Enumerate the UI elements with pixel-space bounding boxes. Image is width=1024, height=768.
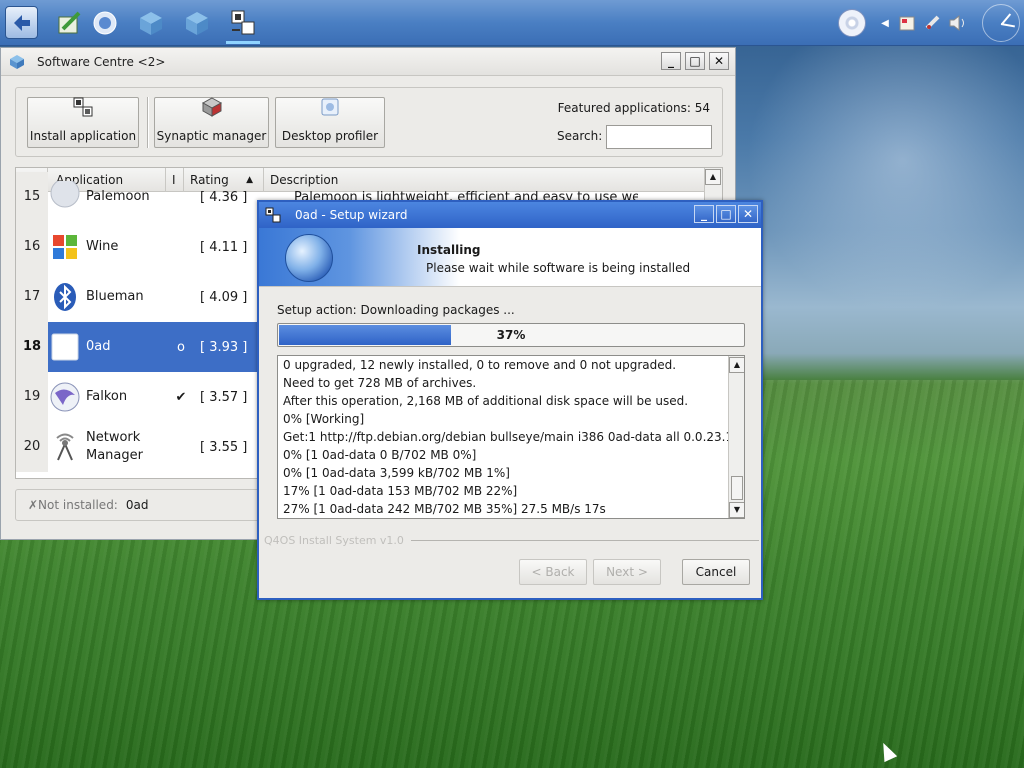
install-icon xyxy=(72,96,94,123)
wizard-close-button[interactable]: ✕ xyxy=(738,205,758,223)
synaptic-manager-label: Synaptic manager xyxy=(156,129,267,143)
desktop-profiler-button[interactable]: Desktop profiler xyxy=(275,97,385,148)
log-line: 27% [1 0ad-data 242 MB/702 MB 35%] 27.5 … xyxy=(283,502,606,516)
log-scroll-thumb[interactable] xyxy=(731,476,743,500)
wizard-titlebar[interactable]: 0ad - Setup wizard _ □ ✕ xyxy=(259,202,761,228)
row-number: 16 xyxy=(16,222,48,272)
desktop-profiler-icon xyxy=(319,96,341,123)
synaptic-manager-button[interactable]: Synaptic manager xyxy=(154,97,269,148)
tray-network-icon[interactable] xyxy=(922,10,944,36)
row-number: 19 xyxy=(16,372,48,422)
synaptic-icon xyxy=(201,96,223,123)
tray-notes-icon[interactable] xyxy=(896,10,918,36)
app-name: Wine xyxy=(86,239,119,254)
taskbar: ◀ xyxy=(0,0,1024,46)
toolbar-separator xyxy=(147,97,149,148)
setup-wizard-dialog: 0ad - Setup wizard _ □ ✕ Installing Plea… xyxy=(257,200,763,600)
row-number: 15 xyxy=(16,172,48,222)
falkon-icon xyxy=(48,380,82,414)
wizard-minimize-button[interactable]: _ xyxy=(694,205,714,223)
log-line: Get:1 http://ftp.debian.org/debian bulls… xyxy=(283,430,729,444)
log-line: 17% [1 0ad-data 153 MB/702 MB 22%] xyxy=(283,484,518,498)
search-label: Search: xyxy=(557,129,603,143)
log-scroll-down-icon[interactable]: ▼ xyxy=(729,502,744,518)
wizard-maximize-button[interactable]: □ xyxy=(716,205,736,223)
wizard-title: 0ad - Setup wizard xyxy=(295,208,408,222)
launcher-package-icon[interactable] xyxy=(134,6,168,40)
wine-icon xyxy=(48,230,82,264)
featured-label: Featured applications: xyxy=(557,101,691,115)
row-number: 18 xyxy=(16,322,48,372)
app-name: Blueman xyxy=(86,289,144,304)
palemoon-icon xyxy=(48,180,82,214)
minimize-button[interactable]: _ xyxy=(661,52,681,70)
app-name: Palemoon xyxy=(86,189,150,204)
row-number: 20 xyxy=(16,422,48,472)
install-application-label: Install application xyxy=(29,129,137,143)
taskbar-software-centre-icon[interactable] xyxy=(226,6,260,44)
log-line: 0 upgraded, 12 newly installed, 0 to rem… xyxy=(283,358,677,372)
start-icon xyxy=(13,14,30,31)
launcher-package2-icon[interactable] xyxy=(180,6,214,40)
back-button[interactable]: < Back xyxy=(519,559,587,585)
launcher-editor-icon[interactable] xyxy=(52,6,86,40)
wizard-app-icon xyxy=(265,207,281,223)
scroll-up-icon[interactable]: ▲ xyxy=(705,169,721,185)
tray-expand-icon[interactable]: ◀ xyxy=(880,10,890,36)
bluetooth-icon xyxy=(48,280,82,314)
row-number: 17 xyxy=(16,272,48,322)
wizard-heading: Installing xyxy=(417,243,481,257)
maximize-button[interactable]: □ xyxy=(685,52,705,70)
app-name: Network Manager xyxy=(86,430,143,463)
software-centre-app-icon xyxy=(10,54,24,69)
log-scrollbar[interactable]: ▲ ▼ xyxy=(728,356,744,518)
featured-count: 54 xyxy=(694,101,710,115)
desktop-wallpaper-clouds xyxy=(720,40,1024,340)
analog-clock-icon[interactable] xyxy=(982,4,1020,42)
log-line: 0% [1 0ad-data 0 B/702 MB 0%] xyxy=(283,448,477,462)
app-name: Falkon xyxy=(86,389,128,404)
log-scroll-up-icon[interactable]: ▲ xyxy=(729,357,744,373)
footer-divider xyxy=(411,540,759,541)
window-title: Software Centre <2> xyxy=(37,54,166,69)
status-app-name: 0ad xyxy=(125,498,149,512)
0ad-icon xyxy=(48,330,82,364)
install-system-version: Q4OS Install System v1.0 xyxy=(264,534,404,547)
wizard-banner: Installing Please wait while software is… xyxy=(259,228,761,287)
desktop-profiler-label: Desktop profiler xyxy=(281,129,379,143)
wizard-subheading: Please wait while software is being inst… xyxy=(426,261,691,275)
log-lines: 0 upgraded, 12 newly installed, 0 to rem… xyxy=(283,356,729,518)
log-line: 0% [1 0ad-data 3,599 kB/702 MB 1%] xyxy=(283,466,510,480)
globe-clock-icon xyxy=(285,234,333,282)
install-application-button[interactable]: Install application xyxy=(27,97,139,148)
log-line: 0% [Working] xyxy=(283,412,365,426)
cancel-button[interactable]: Cancel xyxy=(682,559,750,585)
install-log[interactable]: 0 upgraded, 12 newly installed, 0 to rem… xyxy=(277,355,745,519)
network-manager-icon xyxy=(48,430,82,464)
log-line: After this operation, 2,168 MB of additi… xyxy=(283,394,689,408)
not-installed-label: ✗Not installed: xyxy=(28,498,118,512)
cd-drive-icon[interactable] xyxy=(838,9,866,37)
install-progress-bar: 37% xyxy=(277,323,745,347)
launcher-browser-icon[interactable] xyxy=(88,6,122,40)
installed-mark: ✔ xyxy=(175,389,187,405)
close-button[interactable]: ✕ xyxy=(709,52,729,70)
start-menu-button[interactable] xyxy=(5,6,38,39)
software-centre-toolbar: Install application Synaptic manager Des… xyxy=(15,87,723,157)
tray-volume-icon[interactable] xyxy=(946,10,970,36)
log-line: Need to get 728 MB of archives. xyxy=(283,376,477,390)
featured-applications-count: Featured applications: 54 xyxy=(558,101,710,115)
software-centre-titlebar[interactable]: Software Centre <2> _ □ ✕ xyxy=(1,48,735,76)
setup-action-text: Setup action: Downloading packages ... xyxy=(277,303,515,317)
app-name: 0ad xyxy=(86,339,111,354)
search-input[interactable] xyxy=(606,125,712,149)
installed-mark: o xyxy=(177,339,185,355)
progress-percent: 37% xyxy=(496,328,526,342)
next-button[interactable]: Next > xyxy=(593,559,661,585)
